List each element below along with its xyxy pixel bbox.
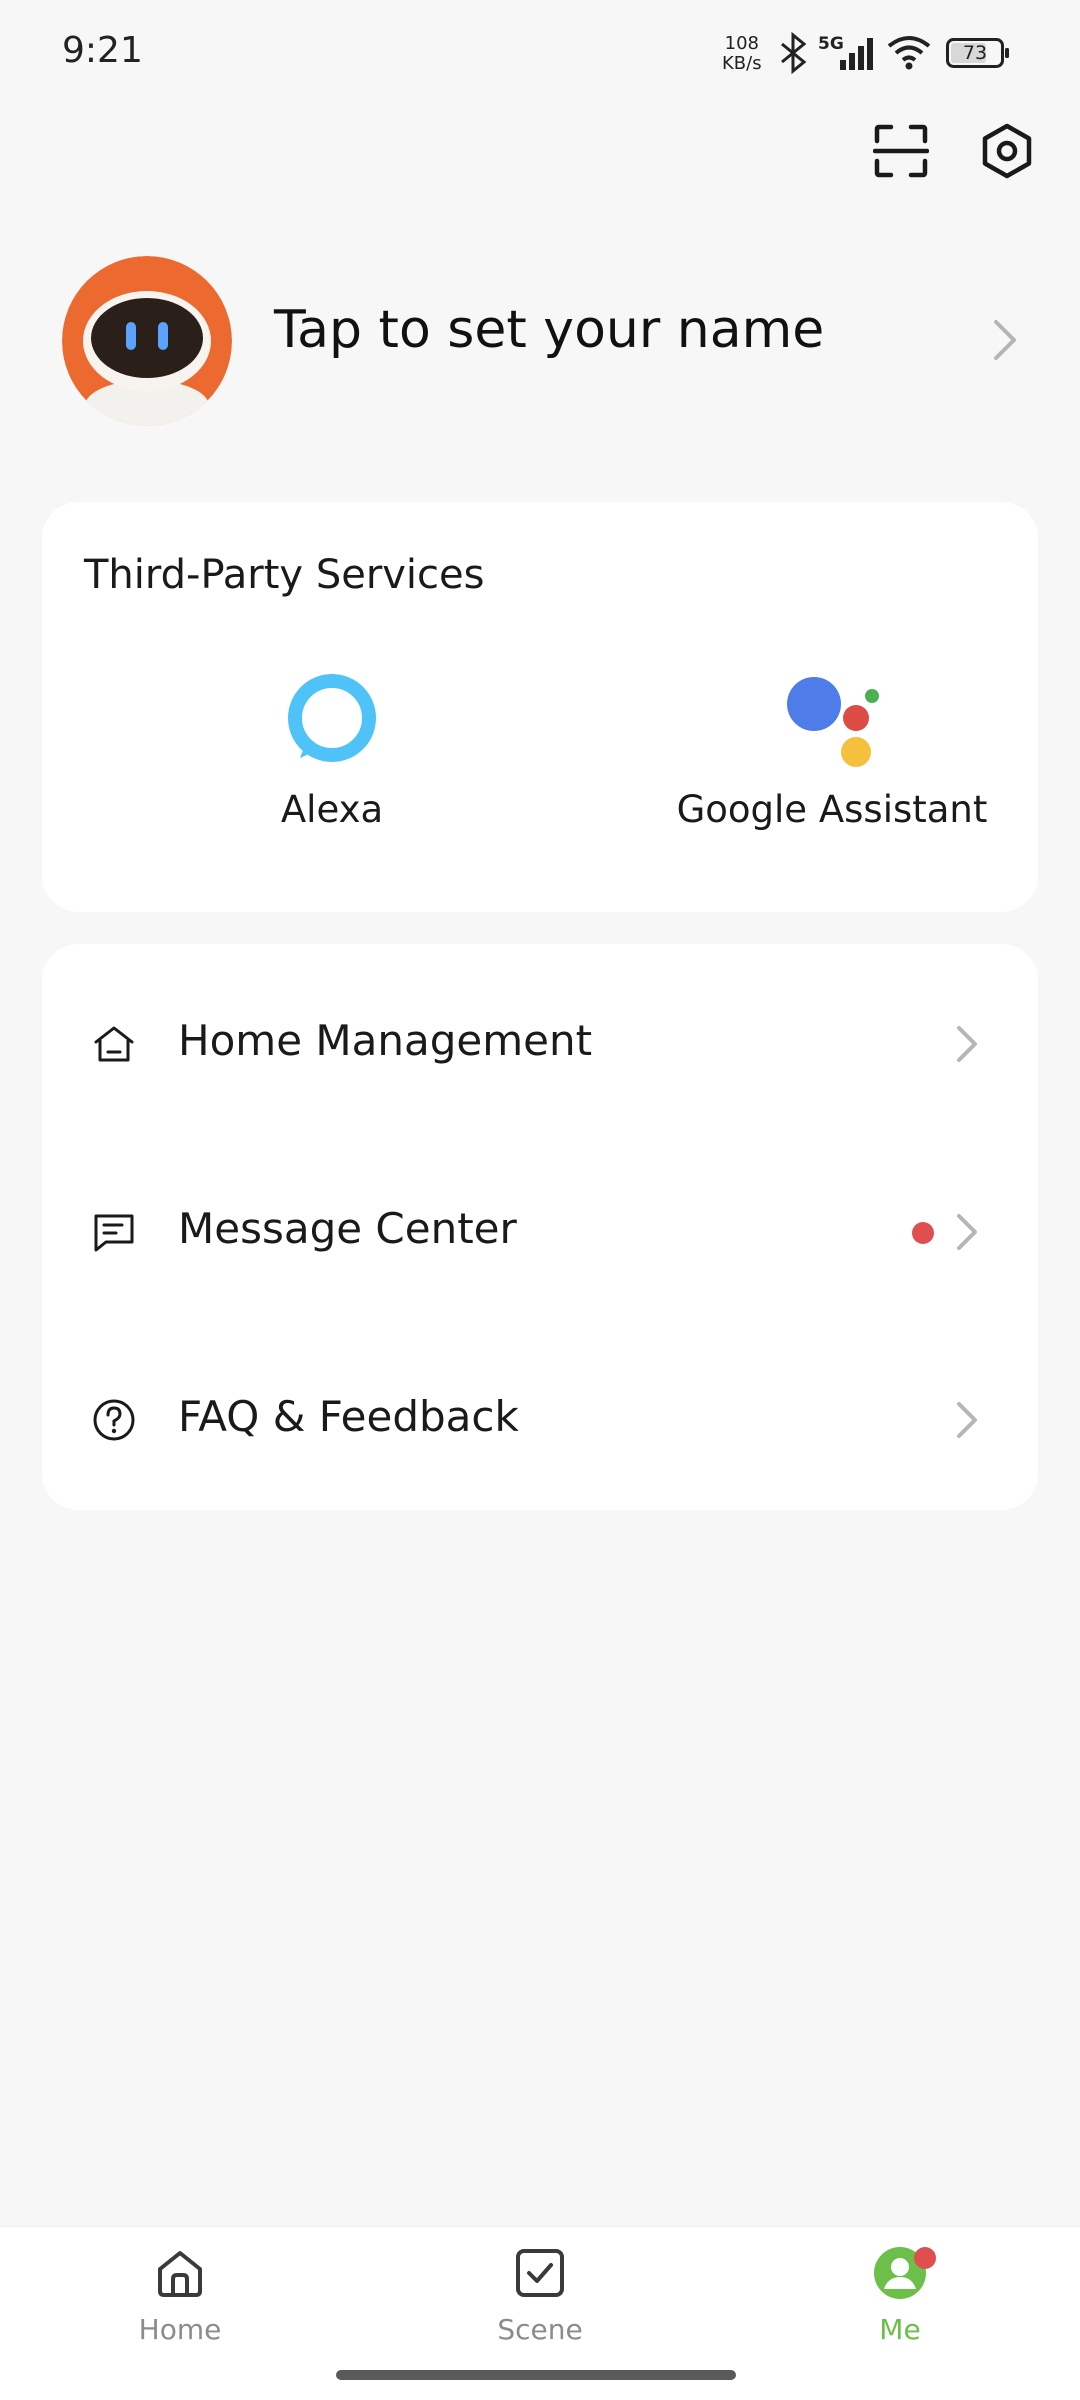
service-google-assistant[interactable]: Google Assistant — [622, 672, 1042, 831]
profile-name-prompt[interactable]: Tap to set your name — [274, 300, 824, 360]
chevron-right-icon — [957, 1214, 977, 1250]
chevron-right-icon — [957, 1402, 977, 1438]
signal-icon — [840, 38, 873, 70]
network-speed-unit: KB/s — [722, 53, 762, 74]
message-icon — [94, 1214, 134, 1252]
menu-item-message-center[interactable]: Message Center — [42, 1152, 1038, 1312]
home-icon — [158, 2251, 202, 2297]
menu-item-home-management[interactable]: Home Management — [42, 964, 1038, 1124]
service-alexa[interactable]: Alexa — [192, 672, 472, 831]
menu-item-label: FAQ & Feedback — [178, 1392, 519, 1441]
settings-button[interactable] — [974, 118, 1040, 184]
home-icon — [94, 1026, 134, 1062]
service-label: Google Assistant — [676, 788, 988, 831]
notification-badge — [914, 2247, 936, 2269]
avatar[interactable] — [62, 256, 232, 426]
robot-avatar-icon — [62, 256, 232, 426]
scan-icon — [873, 124, 929, 178]
third-party-services-card: Third-Party Services Alexa Google Assist… — [42, 502, 1038, 912]
menu-item-faq-feedback[interactable]: FAQ & Feedback — [42, 1340, 1038, 1500]
scan-button[interactable] — [868, 118, 934, 184]
notification-badge — [912, 1222, 934, 1244]
menu-card: Home Management Message Center FAQ & Fee… — [42, 944, 1038, 1510]
settings-icon — [982, 123, 1032, 179]
network-speed: 108 KB/s — [722, 34, 762, 74]
status-bar: 9:21 108 KB/s 5G 73 — [0, 0, 1080, 110]
menu-item-label: Message Center — [178, 1204, 517, 1253]
home-indicator[interactable] — [336, 2370, 736, 2380]
nav-home[interactable]: Home — [80, 2245, 280, 2385]
bluetooth-icon — [781, 32, 807, 74]
wifi-icon — [887, 36, 931, 70]
services-title: Third-Party Services — [84, 552, 485, 598]
battery-icon: 73 — [946, 38, 1009, 68]
google-assistant-icon — [787, 677, 879, 767]
nav-label: Home — [138, 2313, 222, 2346]
chevron-right-icon — [957, 1026, 977, 1062]
scene-check-icon — [516, 2249, 564, 2297]
alexa-icon — [288, 674, 376, 762]
battery-level: 73 — [962, 42, 988, 64]
nav-label: Scene — [497, 2313, 583, 2346]
nav-me[interactable]: Me — [800, 2245, 1000, 2385]
nav-scene[interactable]: Scene — [440, 2245, 640, 2385]
network-speed-value: 108 — [724, 33, 759, 54]
chevron-right-icon — [994, 320, 1016, 360]
menu-item-label: Home Management — [178, 1016, 593, 1065]
status-time: 9:21 — [62, 30, 143, 71]
service-label: Alexa — [280, 788, 384, 831]
nav-label: Me — [879, 2313, 921, 2346]
help-icon — [93, 1399, 135, 1441]
